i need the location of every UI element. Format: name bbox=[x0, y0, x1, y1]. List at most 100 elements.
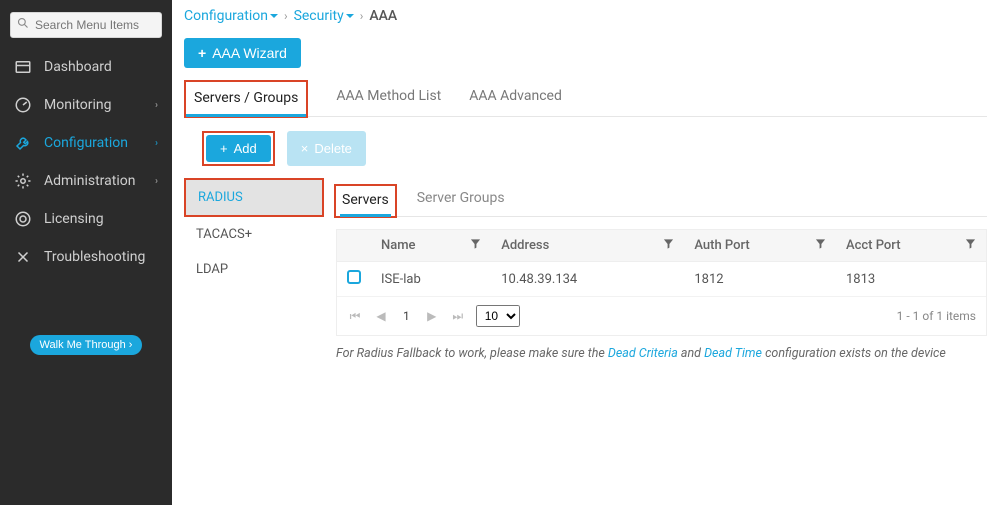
notice-text: and bbox=[681, 346, 704, 361]
license-icon bbox=[14, 210, 32, 228]
search-input[interactable] bbox=[35, 18, 190, 32]
tab-aaa-advanced[interactable]: AAA Advanced bbox=[469, 80, 562, 116]
col-address[interactable]: Address bbox=[491, 230, 684, 262]
col-name[interactable]: Name bbox=[371, 230, 491, 262]
tab-servers-groups[interactable]: Servers / Groups bbox=[186, 82, 306, 116]
protocol-list-rest: TACACS+ LDAP bbox=[184, 217, 324, 287]
chevron-right-icon: › bbox=[155, 176, 158, 187]
cell-name: ISE-lab bbox=[371, 262, 491, 297]
nav-troubleshooting[interactable]: Troubleshooting bbox=[0, 238, 172, 276]
tools-icon bbox=[14, 248, 32, 266]
search-icon bbox=[17, 17, 29, 33]
servers-section: RADIUS TACACS+ LDAP Servers Server Group… bbox=[184, 178, 987, 361]
pager-page: 1 bbox=[399, 309, 414, 323]
chevron-right-icon: › bbox=[284, 9, 288, 23]
gear-icon bbox=[14, 172, 32, 190]
nav-label: Configuration bbox=[44, 135, 128, 151]
filter-icon[interactable] bbox=[663, 238, 674, 253]
add-button[interactable]: + Add bbox=[206, 135, 271, 162]
walk-me-through-button[interactable]: Walk Me Through › bbox=[30, 335, 143, 355]
chevron-right-icon: › bbox=[155, 100, 158, 111]
nav-label: Licensing bbox=[44, 211, 104, 227]
nav-label: Monitoring bbox=[44, 97, 112, 113]
nav-licensing[interactable]: Licensing bbox=[0, 200, 172, 238]
highlight-box: RADIUS bbox=[184, 178, 324, 217]
cell-acct: 1813 bbox=[836, 262, 986, 297]
highlight-box: Servers bbox=[334, 184, 397, 218]
highlight-box: + Add bbox=[202, 131, 275, 166]
nav-configuration[interactable]: Configuration › bbox=[0, 124, 172, 162]
sidebar: Dashboard Monitoring › Configuration › A… bbox=[0, 0, 172, 505]
subtab-servers[interactable]: Servers bbox=[340, 186, 391, 216]
protocol-ldap[interactable]: LDAP bbox=[184, 252, 324, 287]
col-label: Auth Port bbox=[694, 238, 749, 253]
col-label: Address bbox=[501, 238, 549, 253]
gauge-icon bbox=[14, 96, 32, 114]
crumb-current: AAA bbox=[369, 8, 397, 24]
sub-tabs: Servers Server Groups bbox=[334, 178, 987, 217]
col-label: Acct Port bbox=[846, 238, 901, 253]
nav-dashboard[interactable]: Dashboard bbox=[0, 48, 172, 86]
primary-tabs: Servers / Groups AAA Method List AAA Adv… bbox=[184, 80, 987, 117]
add-label: Add bbox=[234, 141, 257, 156]
breadcrumb: Configuration › Security › AAA bbox=[184, 8, 987, 24]
pager-first-icon[interactable]: ⏮ bbox=[347, 309, 363, 324]
search-container bbox=[0, 8, 172, 48]
nav-label: Administration bbox=[44, 173, 135, 189]
protocol-radius[interactable]: RADIUS bbox=[186, 180, 322, 215]
dashboard-icon bbox=[14, 58, 32, 76]
table-row[interactable]: ISE-lab 10.48.39.134 1812 1813 bbox=[337, 262, 986, 297]
pager-last-icon[interactable]: ⏭ bbox=[450, 309, 466, 324]
filter-icon[interactable] bbox=[965, 238, 976, 253]
main-content: Configuration › Security › AAA + AAA Wiz… bbox=[172, 0, 999, 505]
col-auth-port[interactable]: Auth Port bbox=[684, 230, 836, 262]
pager: ⏮ ◀ 1 ▶ ⏭ 10 1 - 1 of 1 items bbox=[337, 297, 986, 335]
wizard-label: AAA Wizard bbox=[212, 45, 287, 61]
plus-icon: + bbox=[198, 45, 206, 61]
nav-administration[interactable]: Administration › bbox=[0, 162, 172, 200]
detail-column: Servers Server Groups Name bbox=[324, 178, 987, 361]
cell-address: 10.48.39.134 bbox=[491, 262, 684, 297]
tab-aaa-method-list[interactable]: AAA Method List bbox=[336, 80, 441, 116]
crumb-configuration[interactable]: Configuration bbox=[184, 8, 278, 24]
protocol-list: RADIUS bbox=[186, 180, 322, 215]
wrench-icon bbox=[14, 134, 32, 152]
row-checkbox[interactable] bbox=[347, 270, 361, 284]
search-box[interactable] bbox=[10, 12, 162, 38]
chevron-right-icon: › bbox=[360, 9, 364, 23]
link-dead-criteria[interactable]: Dead Criteria bbox=[608, 346, 678, 361]
link-dead-time[interactable]: Dead Time bbox=[704, 346, 762, 361]
col-acct-port[interactable]: Acct Port bbox=[836, 230, 986, 262]
crumb-security[interactable]: Security bbox=[294, 8, 354, 24]
subtab-server-groups[interactable]: Server Groups bbox=[415, 184, 507, 216]
col-select bbox=[337, 230, 371, 262]
pager-prev-icon[interactable]: ◀ bbox=[373, 309, 389, 323]
nav-label: Troubleshooting bbox=[44, 249, 145, 265]
nav-monitoring[interactable]: Monitoring › bbox=[0, 86, 172, 124]
table-header-row: Name Address Auth Port bbox=[337, 230, 986, 262]
pager-next-icon[interactable]: ▶ bbox=[424, 309, 440, 323]
highlight-box: Servers / Groups bbox=[184, 80, 308, 118]
pager-size-select[interactable]: 10 bbox=[476, 305, 520, 327]
notice-text: configuration exists on the device bbox=[765, 346, 946, 361]
notice-text: For Radius Fallback to work, please make… bbox=[336, 346, 608, 361]
protocol-column: RADIUS TACACS+ LDAP bbox=[184, 178, 324, 361]
filter-icon[interactable] bbox=[470, 238, 481, 253]
pager-summary: 1 - 1 of 1 items bbox=[897, 309, 976, 323]
col-label: Name bbox=[381, 238, 416, 253]
sidebar-footer: Walk Me Through › bbox=[0, 335, 172, 505]
delete-label: Delete bbox=[314, 141, 352, 156]
chevron-right-icon: › bbox=[155, 138, 158, 149]
filter-icon[interactable] bbox=[815, 238, 826, 253]
delete-button[interactable]: × Delete bbox=[287, 131, 366, 166]
action-buttons: + Add × Delete bbox=[202, 131, 987, 166]
nav-label: Dashboard bbox=[44, 59, 112, 75]
plus-icon: + bbox=[220, 141, 228, 156]
nav-list: Dashboard Monitoring › Configuration › A… bbox=[0, 48, 172, 276]
close-icon: × bbox=[301, 141, 309, 156]
servers-table: Name Address Auth Port bbox=[336, 229, 987, 336]
protocol-tacacs[interactable]: TACACS+ bbox=[184, 217, 324, 252]
aaa-wizard-button[interactable]: + AAA Wizard bbox=[184, 38, 301, 68]
cell-auth: 1812 bbox=[684, 262, 836, 297]
fallback-notice: For Radius Fallback to work, please make… bbox=[336, 346, 987, 361]
